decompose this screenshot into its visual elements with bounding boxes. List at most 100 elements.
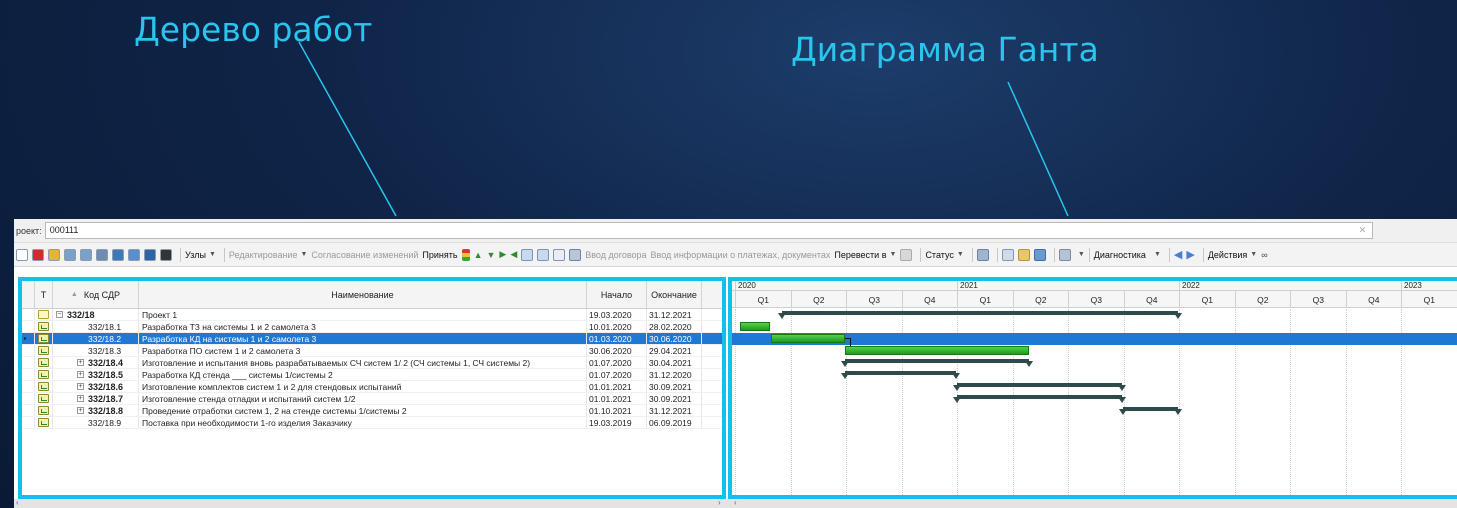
row-selector[interactable]	[22, 381, 35, 392]
type-cell	[35, 309, 53, 320]
gantt-task-bar[interactable]	[844, 346, 1029, 355]
collapse-icon[interactable]	[96, 248, 108, 261]
outdent-icon[interactable]: ◀	[510, 249, 517, 260]
name-cell: Разработка КД стенда ___ системы 1/систе…	[139, 369, 587, 380]
expand-icon[interactable]: +	[77, 371, 84, 378]
gantt-summary-bar[interactable]	[953, 383, 1126, 391]
new-document-icon[interactable]	[16, 248, 28, 261]
timeline-quarter: Q1	[1179, 291, 1235, 308]
table-row[interactable]: +332/18.8 Проведение отработки систем 1, …	[22, 405, 722, 417]
code-text: 332/18	[67, 309, 95, 320]
end-date-cell: 30.09.2021	[647, 393, 702, 404]
column-header-code[interactable]: ▲ Код СДР	[53, 281, 139, 308]
transfer-menu[interactable]: Перевести в ▼	[834, 250, 896, 260]
gantt-summary-bar[interactable]	[953, 395, 1126, 403]
table-row[interactable]: +332/18.6 Изготовление комплектов систем …	[22, 381, 722, 393]
approval-menu[interactable]: Согласование изменений	[311, 250, 418, 260]
actions-menu[interactable]: Действия ▼	[1208, 250, 1257, 260]
table-row[interactable]: 332/18.1 Разработка ТЗ на системы 1 и 2 с…	[22, 321, 722, 333]
back-icon[interactable]: ◀	[1174, 248, 1182, 261]
code-text: 332/18.6	[88, 381, 124, 392]
gantt-summary-bar[interactable]	[841, 371, 961, 379]
row-selector[interactable]	[22, 393, 35, 404]
gantt-summary-bar[interactable]	[841, 359, 1033, 367]
task-icon	[38, 334, 49, 343]
row-selector[interactable]	[22, 345, 35, 356]
gantt-summary-bar[interactable]	[1118, 407, 1182, 415]
task-icon	[38, 406, 49, 415]
table-row[interactable]: +332/18.5 Разработка КД стенда ___ систем…	[22, 369, 722, 381]
scroll-left-icon[interactable]: ‹	[16, 498, 19, 507]
move-down-icon[interactable]: ▼	[486, 250, 495, 260]
edit-menu[interactable]: Редактирование ▼	[229, 250, 308, 260]
properties-icon[interactable]	[48, 248, 60, 261]
payments-input-button[interactable]: Ввод информации о платежах, документах	[651, 250, 831, 260]
delete-icon[interactable]	[32, 248, 44, 261]
project-field[interactable]: 000111	[44, 222, 1373, 239]
code-cell: +332/18.4	[53, 357, 139, 368]
scroll-left-icon[interactable]: ‹	[734, 498, 737, 507]
document-icon[interactable]	[553, 248, 566, 261]
diagnostics-menu[interactable]: Диагностика ▼	[1094, 250, 1161, 260]
paste-icon[interactable]	[537, 248, 550, 261]
gantt-task-bar[interactable]	[740, 322, 771, 331]
nodes-menu[interactable]: Узлы ▼	[185, 250, 216, 260]
status-menu[interactable]: Статус ▼	[925, 250, 963, 260]
table-row[interactable]: +332/18.4 Изготовление и испытания вновь …	[22, 357, 722, 369]
start-date-cell: 19.03.2019	[587, 417, 647, 428]
row-selector[interactable]	[22, 417, 35, 428]
table-row[interactable]: ▸ 332/18.2 Разработка КД на системы 1 и 2 …	[22, 333, 722, 345]
report-icon[interactable]	[569, 248, 582, 261]
traffic-light-icon[interactable]	[461, 248, 470, 261]
horizontal-scrollbar[interactable]: ‹ › ‹	[14, 498, 1457, 508]
collapse-icon[interactable]: −	[56, 311, 63, 318]
scroll-right-icon[interactable]: ›	[718, 498, 721, 507]
expand-icon[interactable]: +	[77, 395, 84, 402]
code-text: 332/18.4	[88, 357, 124, 368]
row-selector[interactable]: ▸	[22, 333, 35, 344]
chevron-down-icon: ▼	[1153, 251, 1161, 258]
start-date-cell: 01.03.2020	[587, 333, 647, 344]
grid-icon[interactable]	[144, 248, 156, 261]
table-row[interactable]: −332/18 Проект 1 19.03.2020 31.12.2021	[22, 309, 722, 321]
contract-input-button[interactable]: Ввод договора	[585, 250, 646, 260]
accept-button[interactable]: Принять	[422, 250, 457, 260]
row-selector[interactable]	[22, 405, 35, 416]
column-header-start[interactable]: Начало	[587, 281, 647, 308]
forward-icon[interactable]: ▶	[1186, 248, 1194, 261]
expand-icon[interactable]: +	[77, 383, 84, 390]
column-header-name[interactable]: Наименование	[139, 281, 587, 308]
hierarchy-icon[interactable]	[112, 248, 124, 261]
gantt-task-bar[interactable]	[771, 334, 845, 343]
timeline-quarter: Q3	[1068, 291, 1124, 308]
users-icon[interactable]	[976, 248, 989, 261]
table-row[interactable]: 332/18.9 Поставка при необходимости 1-го …	[22, 417, 722, 429]
gantt-summary-bar[interactable]	[778, 311, 1183, 319]
expand-icon[interactable]: +	[77, 407, 84, 414]
row-selector[interactable]	[22, 357, 35, 368]
column-header-type[interactable]: T	[35, 281, 53, 308]
move-up-icon[interactable]: ▲	[474, 250, 483, 260]
row-selector[interactable]	[22, 309, 35, 320]
row-selector[interactable]	[22, 369, 35, 380]
copy-icon[interactable]	[521, 248, 534, 261]
column-header-end[interactable]: Окончание	[647, 281, 702, 308]
window-icon[interactable]	[128, 248, 140, 261]
close-icon[interactable]: ✕	[1359, 225, 1367, 236]
type-cell	[35, 333, 53, 344]
list-icon[interactable]	[160, 248, 172, 261]
calendar-icon[interactable]	[900, 248, 913, 261]
expand-icon[interactable]: +	[77, 359, 84, 366]
chevron-down-icon[interactable]: ▼	[1078, 251, 1085, 258]
export-icon[interactable]	[1001, 248, 1014, 261]
link-icon[interactable]	[1017, 248, 1030, 261]
print-icon[interactable]	[1058, 248, 1071, 261]
table-icon[interactable]	[64, 248, 76, 261]
table-row[interactable]: +332/18.7 Изготовление стенда отладки и и…	[22, 393, 722, 405]
glasses-icon[interactable]: ∞	[1261, 250, 1267, 260]
indent-icon[interactable]: ▶	[499, 249, 506, 260]
chart-icon[interactable]	[1033, 248, 1046, 261]
table-icon[interactable]	[80, 248, 92, 261]
row-selector[interactable]	[22, 321, 35, 332]
table-row[interactable]: 332/18.3 Разработка ПО систем 1 и 2 самол…	[22, 345, 722, 357]
